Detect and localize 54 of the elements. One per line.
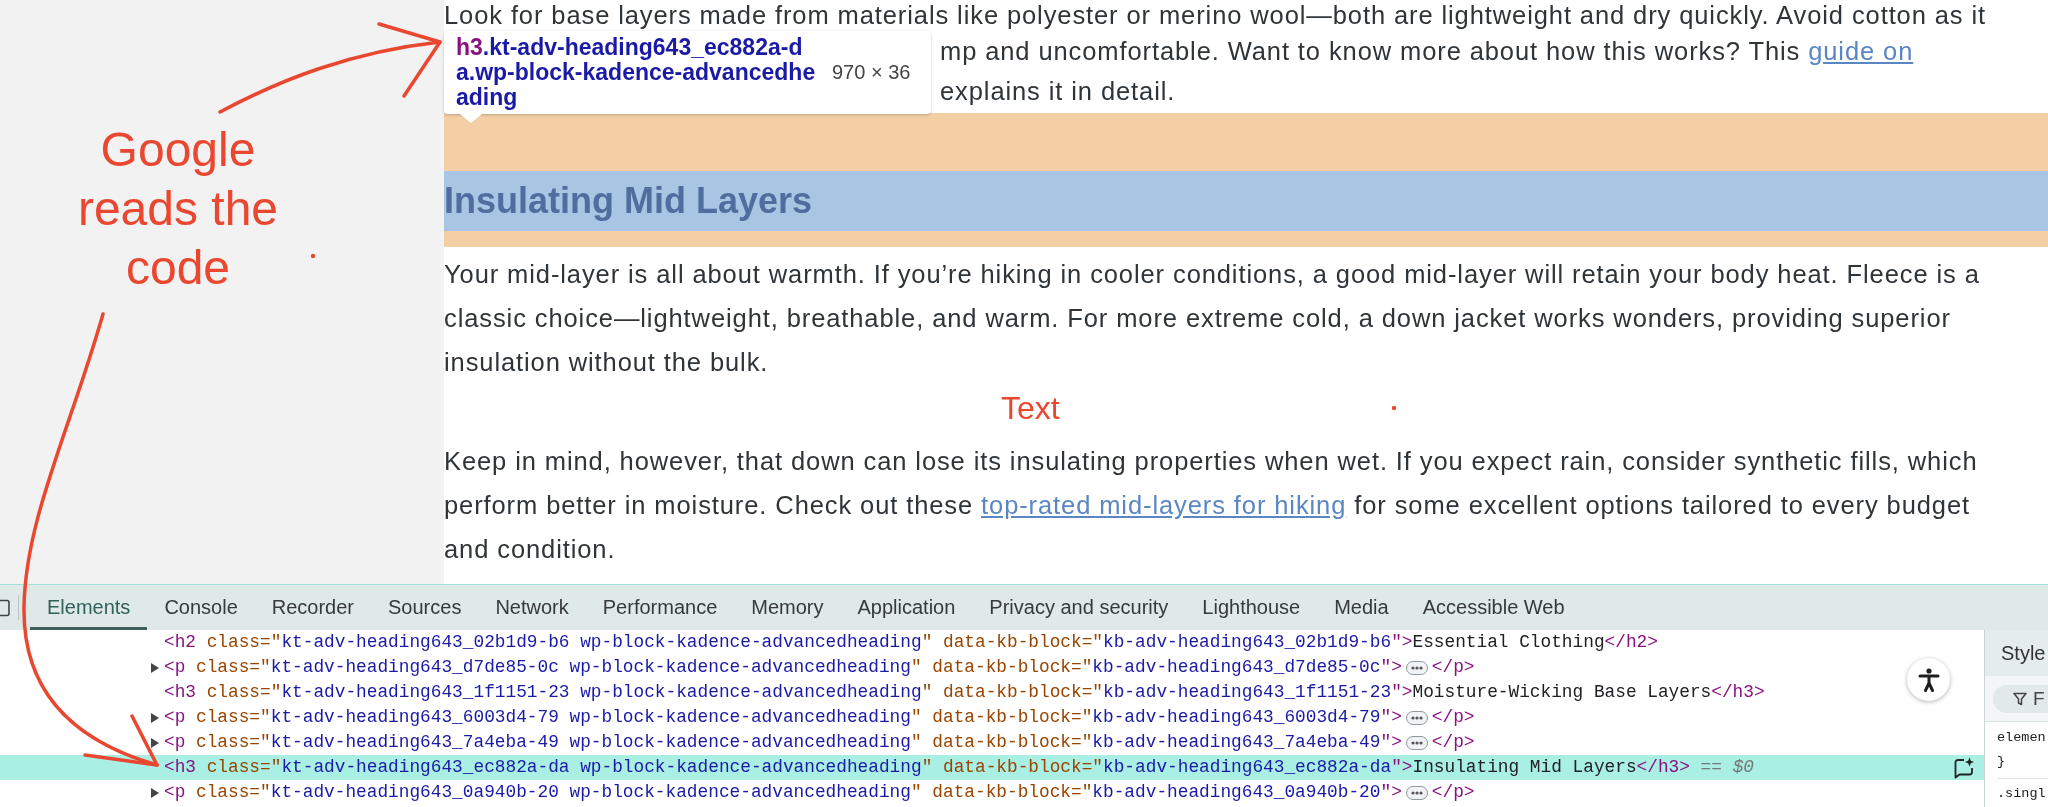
annotation-text: Google reads the code	[76, 122, 280, 296]
devtools-tab[interactable]: Privacy and security	[972, 585, 1186, 630]
body-paragraph: Keep in mind, however, that down can lose its insulating properties when wet. If you expect rain, consider synthetic fills, which perform better in moisture. Check out these top-rated mid-layers for hiking for some excellent options tailored to every budget and condition.	[444, 446, 1979, 565]
devtools-tab[interactable]: Console	[147, 585, 255, 630]
paragraph-text: explains it in detail.	[940, 76, 1176, 107]
dom-tree-row[interactable]: <h3 class="kt-adv-heading643_ec882a-da wp-block-kadence-advancedheading" data-kb-block="kb-adv-heading643_ec882a-da">Insulating Mid Layers</h3> == $0	[0, 755, 1984, 780]
style-rule-text: .singl	[1997, 785, 2047, 803]
ellipsis-button[interactable]	[1405, 660, 1428, 675]
devtools-tab[interactable]: Network	[478, 585, 586, 630]
style-rule-text: }	[1997, 753, 2007, 771]
devtools-tab[interactable]: Media	[1317, 585, 1406, 630]
text-link[interactable]: top-rated mid-layers for hiking	[981, 491, 1347, 519]
devtools-tab[interactable]: Application	[840, 585, 973, 630]
paragraph-text: mp and uncomfortable. Want to know more about how this works? This guide on	[940, 36, 1914, 67]
filter-field[interactable]: F	[1993, 684, 2048, 713]
style-rule-text: elemen	[1997, 729, 2047, 747]
expand-triangle-icon[interactable]	[151, 662, 159, 673]
expand-triangle-icon[interactable]	[151, 712, 159, 723]
expand-triangle-icon[interactable]	[151, 787, 159, 798]
accessibility-button[interactable]	[1907, 658, 1950, 701]
dom-tree-row[interactable]: <p class="kt-adv-heading643_6003d4-79 wp-block-kadence-advancedheading" data-kb-block="kb-adv-heading643_6003d4-79"> </p>	[146, 705, 1475, 730]
section-heading: Insulating Mid Layers	[444, 180, 813, 222]
devtools-tab[interactable]: Performance	[585, 585, 735, 630]
dom-tree-row[interactable]: <p class="kt-adv-heading643_d7de85-0c wp-block-kadence-advancedheading" data-kb-block="kb-adv-heading643_d7de85-0c"> </p>	[146, 655, 1475, 680]
ellipsis-icon	[1410, 790, 1423, 795]
devtools-tab[interactable]: Accessible Web	[1405, 585, 1582, 630]
element-selector-label: h3.kt-adv-heading643_ec882a-da.wp-block-kadence-advancedheading	[456, 35, 817, 110]
dot-mark-icon	[310, 253, 316, 259]
body-paragraph: Your mid-layer is all about warmth. If you’re hiking in cooler conditions, a good mid-layer will retain your body heat. Fleece is a classic choice—lightweight, breathable, and warm. For more extreme cold, a down jacket works wonders, providing superior insulation without the bulk.	[444, 259, 1981, 378]
filter-icon	[2013, 692, 2027, 706]
expand-triangle-icon[interactable]	[151, 737, 159, 748]
chat-sparkle-icon[interactable]	[1953, 756, 1975, 779]
dom-tree-row[interactable]: <h2 class="kt-adv-heading643_02b1d9-b6 wp-block-kadence-advancedheading" data-kb-block="kb-adv-heading643_02b1d9-b6">Essential Clothing</h2>	[146, 630, 1658, 655]
ellipsis-icon	[1410, 715, 1423, 720]
devtools-tab[interactable]: Lighthouse	[1185, 585, 1318, 630]
ellipsis-icon	[1410, 665, 1423, 670]
device-icon[interactable]	[0, 598, 12, 617]
dom-tree-row[interactable]: <h3 class="kt-adv-heading643_1f1151-23 wp-block-kadence-advancedheading" data-kb-block="kb-adv-heading643_1f1151-23">Moisture-Wicking Base Layers</h3>	[146, 680, 1765, 705]
ellipsis-icon	[1410, 740, 1423, 745]
paragraph-text: Look for base layers made from materials like polyester or merino wool—both are lightweight and dry quickly. Avoid cotton as it	[444, 0, 1987, 31]
annotation-text: Text	[1001, 390, 1060, 426]
dot-mark-icon	[1391, 405, 1397, 411]
ellipsis-button[interactable]	[1405, 785, 1428, 800]
devtools-tab[interactable]: Sources	[371, 585, 479, 630]
ellipsis-button[interactable]	[1405, 710, 1428, 725]
dom-tree-row[interactable]: <p class="kt-adv-heading643_7a4eba-49 wp-block-kadence-advancedheading" data-kb-block="kb-adv-heading643_7a4eba-49"> </p>	[146, 730, 1475, 755]
dom-tree-row[interactable]: <p class="kt-adv-heading643_0a940b-20 wp-block-kadence-advancedheading" data-kb-block="kb-adv-heading643_0a940b-20"> </p>	[146, 780, 1475, 805]
element-size-label: 970 × 36	[832, 61, 911, 84]
text-link[interactable]: guide on	[1808, 37, 1914, 65]
ellipsis-button[interactable]	[1405, 735, 1428, 750]
accessibility-icon	[1917, 667, 1940, 692]
styles-tab[interactable]: Style	[1985, 630, 2048, 676]
devtools-tab[interactable]: Memory	[734, 585, 841, 630]
devtools-tab[interactable]: Recorder	[254, 585, 372, 630]
